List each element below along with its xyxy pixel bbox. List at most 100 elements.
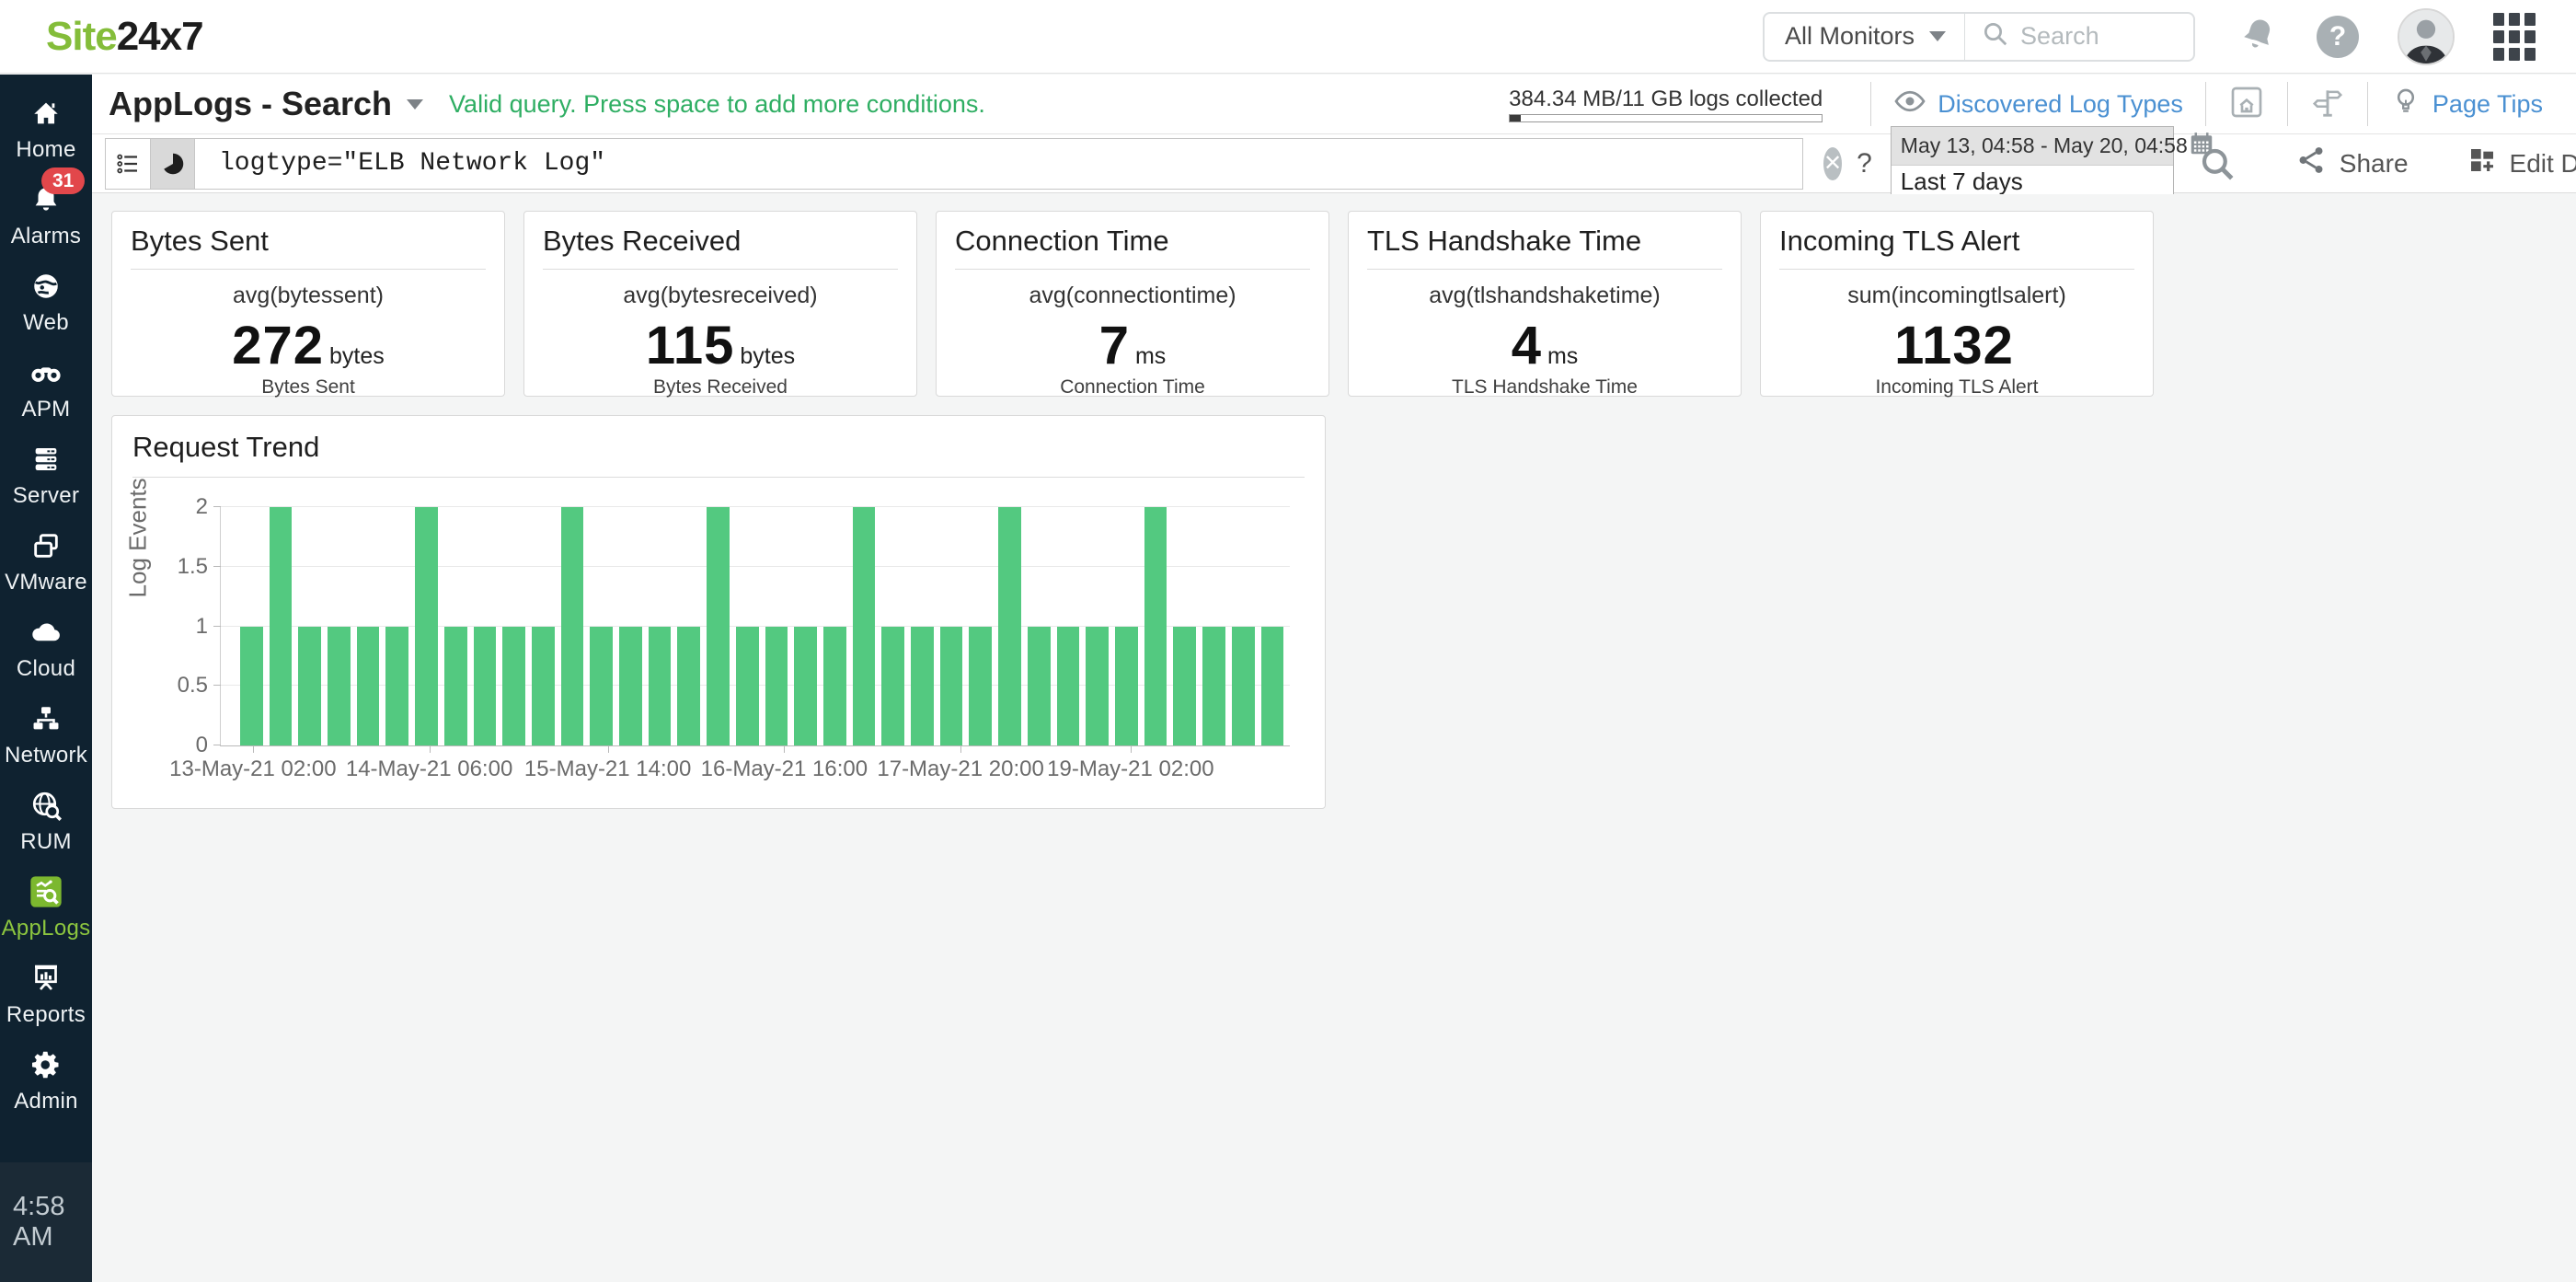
sidebar-item-applogs[interactable]: AppLogs [0,864,92,951]
card-title: TLS Handshake Time [1367,225,1722,270]
stat-card-tls-handshake-time: TLS Handshake Time avg(tlshandshaketime) 4… [1348,211,1742,398]
chart-bar[interactable] [328,626,351,745]
chart-bar[interactable] [969,626,993,745]
chart-bar[interactable] [356,626,380,745]
chart-bar[interactable] [1086,626,1109,745]
card-unit: ms [1547,343,1579,369]
chart-bar[interactable] [735,626,759,745]
date-range-picker[interactable]: May 13, 04:58 - May 20, 04:58 Last 7 day… [1890,126,2213,201]
chart-bar[interactable] [502,626,525,745]
run-search-icon[interactable] [2198,144,2237,183]
logs-usage-text: 384.34 MB/11 GB logs collected [1509,86,1823,111]
sidebar-item-vmware[interactable]: VMware [0,518,92,605]
vmware-icon [30,528,62,563]
chart-bar[interactable] [1202,626,1225,745]
chart-bar[interactable] [911,626,934,745]
chart-bar[interactable] [881,626,905,745]
page-tips-link[interactable]: Page Tips [2390,86,2543,123]
dashboard-content: Bytes Sent avg(bytessent) 272 bytes Bytes Se… [92,194,2576,1282]
stat-card-connection-time: Connection Time avg(connectiontime) 7 ms Con… [936,211,1329,398]
list-view-button[interactable] [106,139,150,189]
binoculars-icon [28,355,64,390]
sidebar-item-apm[interactable]: APM [0,345,92,432]
sidebar-item-home[interactable]: Home [0,86,92,172]
monitor-scope-dropdown[interactable]: All Monitors [1765,13,1966,60]
query-view-toggle [106,138,195,189]
chart-bar[interactable] [590,626,614,745]
edit-dashboard-icon [2467,145,2497,181]
card-metric: avg(bytessent) [233,283,384,308]
global-search-input[interactable] [2020,22,2177,51]
chart-bar[interactable] [1231,626,1255,745]
sidebar-item-alarms[interactable]: 31 Alarms [0,167,92,259]
notification-bell-icon[interactable] [2239,15,2278,58]
query-text[interactable]: logtype="ELB Network Log" [195,149,605,178]
x-tick-label: 16-May-21 16:00 [700,756,868,781]
chart-bar[interactable] [269,507,293,745]
chart-bar[interactable] [1173,626,1197,745]
sidebar-item-label: Web [23,309,69,335]
default-home-view-button[interactable] [2228,84,2265,125]
chart-bar[interactable] [998,507,1021,745]
chart-bar[interactable] [1027,626,1051,745]
home-icon [30,96,62,131]
chart-view-button[interactable] [150,138,194,189]
card-metric: avg(bytesreceived) [623,283,818,308]
discovered-log-types-link[interactable]: Discovered Log Types [1893,85,2183,124]
x-tick-label: 13-May-21 02:00 [169,756,337,781]
query-help-icon[interactable]: ? [1857,148,1872,179]
chevron-down-icon [1929,31,1947,41]
site24x7-logo[interactable]: Site24x7 [46,14,204,60]
request-trend-chart[interactable]: 0 0.5 1 1.5 2 13-May-21 02:00 14-May-21 06:00 1… [169,494,1290,781]
sidebar-item-label: APM [21,396,71,422]
user-avatar[interactable] [2398,7,2455,65]
sidebar-item-server[interactable]: Server [0,432,92,518]
sidebar-item-reports[interactable]: Reports [0,951,92,1037]
x-tick-label: 17-May-21 20:00 [877,756,1044,781]
card-caption: TLS Handshake Time [1452,376,1638,398]
sidebar-item-admin[interactable]: Admin [0,1037,92,1124]
chart-bar[interactable] [822,626,846,745]
chart-bar[interactable] [560,507,584,745]
card-title: Bytes Sent [131,225,486,270]
reports-icon [29,961,63,996]
clear-query-icon[interactable]: ✕ [1823,146,1843,180]
global-search-box: All Monitors [1763,11,2195,62]
chart-bar[interactable] [239,626,263,745]
sidebar-item-web[interactable]: Web [0,259,92,345]
sidebar-item-rum[interactable]: RUM [0,778,92,864]
chart-bar[interactable] [648,626,672,745]
chart-bar[interactable] [1056,626,1080,745]
chart-bar[interactable] [443,626,467,745]
help-icon[interactable]: ? [2317,15,2359,58]
chart-bar[interactable] [707,507,730,745]
chart-bar[interactable] [1115,626,1138,745]
chart-bar[interactable] [415,507,438,745]
card-title: Bytes Received [543,225,898,270]
chart-bar[interactable] [619,626,642,745]
chart-bar[interactable] [531,626,555,745]
apps-grid-icon[interactable] [2493,12,2536,61]
card-title: Connection Time [955,225,1310,270]
chart-bar[interactable] [1260,626,1284,745]
y-axis-label: Log Events [123,478,152,598]
sidebar-item-cloud[interactable]: Cloud [0,605,92,691]
chart-bar[interactable] [473,626,497,745]
chart-bar[interactable] [1144,507,1167,745]
stat-card-bytes-received: Bytes Received avg(bytesreceived) 115 bytes… [523,211,917,398]
chart-bar[interactable] [765,626,788,745]
card-value: 1132 [1894,316,2014,375]
chart-bar[interactable] [385,626,409,745]
search-query-input[interactable]: logtype="ELB Network Log" [105,137,1803,190]
chart-bar[interactable] [677,626,701,745]
page-title-dropdown[interactable]: AppLogs - Search [109,85,424,123]
edit-dashboard-button[interactable]: Edit Dashboard [2467,145,2576,181]
chart-bar[interactable] [852,507,876,745]
share-button[interactable]: Share [2295,144,2409,182]
chart-bar[interactable] [298,626,322,745]
chart-bar[interactable] [939,626,963,745]
sidebar-item-network[interactable]: Network [0,691,92,778]
chart-bar[interactable] [794,626,817,745]
guided-tour-button[interactable] [2310,85,2345,124]
request-trend-panel: Request Trend Log Events 0 0.5 1 1.5 2 13-May… [111,415,1326,809]
